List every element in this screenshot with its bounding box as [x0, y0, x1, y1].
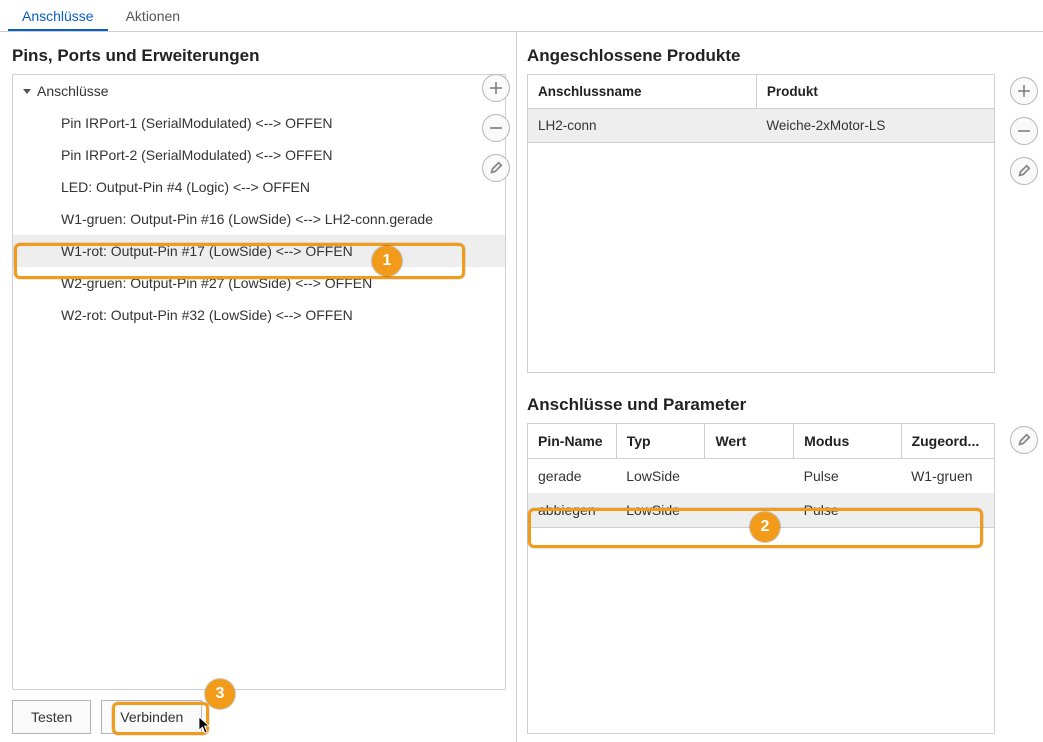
cell-typ: LowSide [616, 493, 705, 528]
col-anschlussname: Anschlussname [528, 75, 757, 109]
col-typ: Typ [616, 424, 705, 459]
cell-modus: Pulse [794, 493, 901, 528]
connect-button[interactable]: Verbinden [101, 700, 202, 734]
edit-button[interactable] [482, 154, 510, 182]
edit-button[interactable] [1010, 157, 1038, 185]
col-produkt: Produkt [756, 75, 994, 109]
edit-button[interactable] [1010, 426, 1038, 454]
cell-modus: Pulse [794, 459, 901, 494]
tree-item[interactable]: W1-gruen: Output-Pin #16 (LowSide) <--> … [13, 203, 505, 235]
test-button[interactable]: Testen [12, 700, 91, 734]
table-row[interactable]: LH2-conn Weiche-2xMotor-LS [528, 109, 995, 143]
pins-tree[interactable]: Anschlüsse Pin IRPort-1 (SerialModulated… [12, 74, 506, 690]
col-wert: Wert [705, 424, 794, 459]
tree-item[interactable]: LED: Output-Pin #4 (Logic) <--> OFFEN [13, 171, 505, 203]
cell-pin: abbiegen [528, 493, 617, 528]
cell-wert [705, 459, 794, 494]
cell-typ: LowSide [616, 459, 705, 494]
cell-pin: gerade [528, 459, 617, 494]
cell-anschlussname: LH2-conn [528, 109, 757, 143]
remove-button[interactable] [1010, 117, 1038, 145]
annotation-badge-3: 3 [205, 679, 235, 709]
tab-connections[interactable]: Anschlüsse [8, 2, 108, 31]
col-modus: Modus [794, 424, 901, 459]
plus-icon [489, 81, 503, 95]
tree-item[interactable]: W2-gruen: Output-Pin #27 (LowSide) <--> … [13, 267, 505, 299]
pencil-icon [1017, 164, 1031, 178]
tree-item-selected[interactable]: W1-rot: Output-Pin #17 (LowSide) <--> OF… [13, 235, 505, 267]
products-table[interactable]: Anschlussname Produkt LH2-conn Weiche-2x… [527, 74, 995, 143]
cell-zu: W1-gruen [901, 459, 994, 494]
col-pin: Pin-Name [528, 424, 617, 459]
chevron-down-icon [23, 89, 31, 94]
minus-icon [1017, 124, 1031, 138]
annotation-badge-2: 2 [750, 512, 780, 542]
tree-root[interactable]: Anschlüsse [13, 75, 505, 107]
tree-root-label: Anschlüsse [37, 83, 109, 99]
tree-item[interactable]: Pin IRPort-1 (SerialModulated) <--> OFFE… [13, 107, 505, 139]
pencil-icon [489, 161, 503, 175]
add-button[interactable] [1010, 77, 1038, 105]
tree-item[interactable]: Pin IRPort-2 (SerialModulated) <--> OFFE… [13, 139, 505, 171]
col-zugeord: Zugeord... [901, 424, 994, 459]
tab-actions[interactable]: Aktionen [112, 2, 194, 31]
params-title: Anschlüsse und Parameter [527, 395, 1031, 415]
cursor-icon [198, 716, 212, 737]
cell-wert [705, 493, 794, 528]
cell-produkt: Weiche-2xMotor-LS [756, 109, 994, 143]
pencil-icon [1017, 433, 1031, 447]
plus-icon [1017, 84, 1031, 98]
table-row[interactable]: gerade LowSide Pulse W1-gruen [528, 459, 995, 494]
cell-zu [901, 493, 994, 528]
products-title: Angeschlossene Produkte [527, 46, 1031, 66]
left-panel-title: Pins, Ports und Erweiterungen [12, 46, 506, 66]
add-button[interactable] [482, 74, 510, 102]
remove-button[interactable] [482, 114, 510, 142]
tree-item[interactable]: W2-rot: Output-Pin #32 (LowSide) <--> OF… [13, 299, 505, 331]
minus-icon [489, 121, 503, 135]
annotation-badge-1: 1 [372, 246, 402, 276]
